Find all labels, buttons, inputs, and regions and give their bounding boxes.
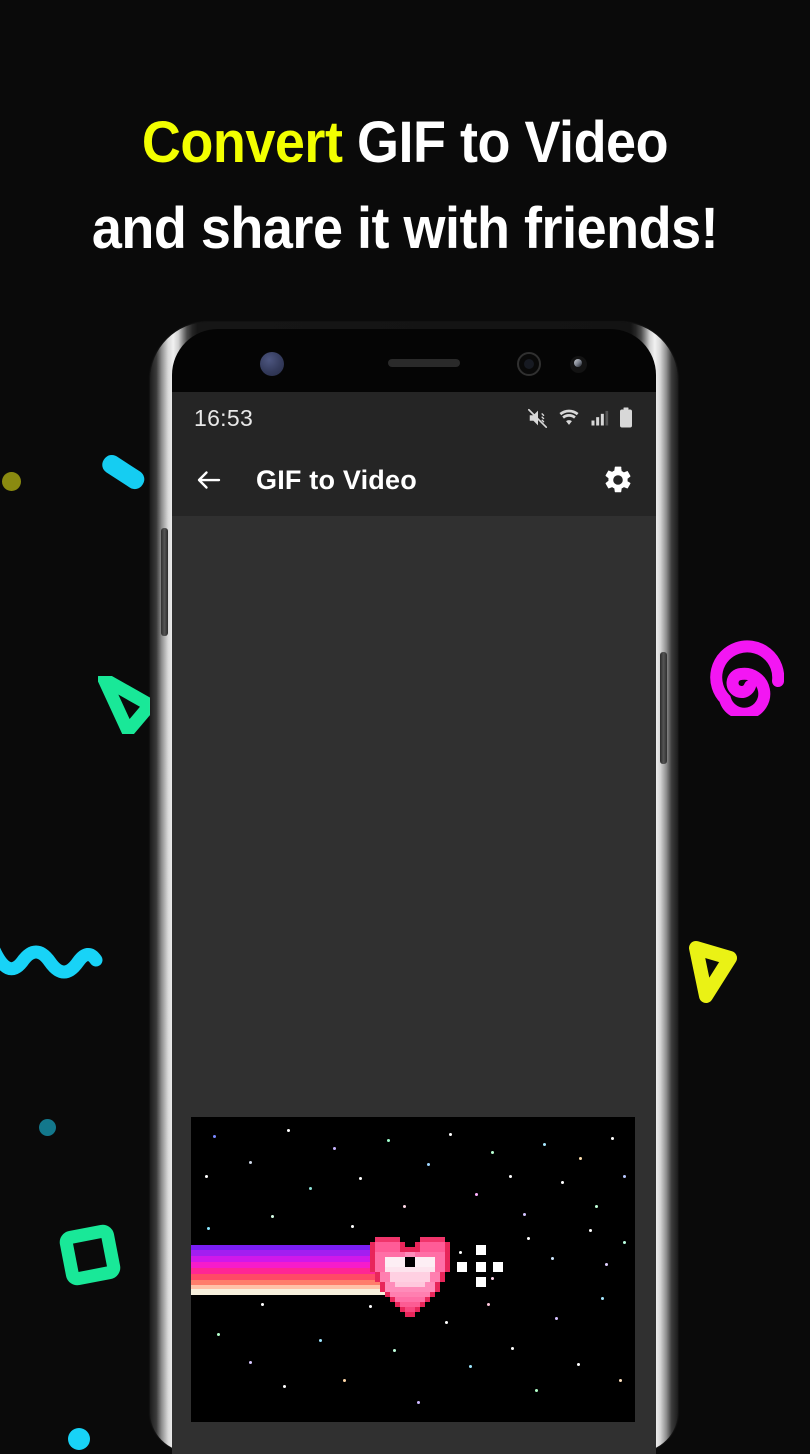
cyan-wave-decoration [0, 936, 112, 984]
green-triangle-decoration [97, 672, 157, 738]
power-button[interactable] [660, 652, 667, 764]
sparkle-pixel [476, 1262, 486, 1272]
battery-icon [620, 407, 632, 428]
sparkle-pixel [457, 1262, 467, 1272]
iris-scanner-icon [260, 352, 284, 376]
cyan-dot-bottom-decoration [68, 1428, 90, 1450]
phone-mockup: 16:53 GIF to Video [150, 322, 678, 1454]
app-bar: GIF to Video [172, 444, 656, 516]
headline-line-2: and share it with friends! [91, 195, 719, 261]
volume-rocker-button[interactable] [161, 528, 168, 636]
headline-line-1: Convert GIF to Video [28, 100, 781, 186]
green-square-decoration [55, 1220, 125, 1290]
back-arrow-icon[interactable] [194, 465, 224, 495]
status-bar: 16:53 [172, 392, 656, 444]
headline-accent-word: Convert [141, 110, 343, 175]
mute-icon [528, 408, 548, 428]
headline: Convert GIF to Video and share it with f… [0, 100, 810, 272]
page-title: GIF to Video [256, 464, 417, 495]
front-camera-icon [517, 352, 541, 376]
phone-sensor-row [172, 340, 656, 384]
pixel-heart [365, 1227, 465, 1327]
sparkle-pixel [476, 1277, 486, 1287]
cellular-signal-icon [591, 410, 609, 426]
headline-line-1-rest: GIF to Video [342, 110, 669, 175]
status-bar-clock: 16:53 [194, 404, 254, 431]
app-content: CONVERT [172, 516, 656, 1454]
phone-screen: 16:53 GIF to Video [172, 392, 656, 1454]
earpiece-speaker-grille [388, 359, 460, 367]
cyan-bar-decoration [98, 451, 148, 493]
proximity-sensor-icon [570, 356, 587, 373]
status-bar-icons [527, 407, 634, 429]
magenta-spiral-decoration [700, 634, 785, 720]
wifi-icon [559, 409, 579, 425]
gif-preview[interactable] [191, 1117, 635, 1422]
sparkle-pixel [476, 1245, 486, 1255]
teal-dot-decoration [39, 1119, 56, 1136]
olive-dot-decoration [2, 472, 21, 491]
yellow-triangle-decoration [686, 936, 738, 1006]
gear-icon[interactable] [602, 464, 634, 496]
sparkle-pixel [493, 1262, 503, 1272]
